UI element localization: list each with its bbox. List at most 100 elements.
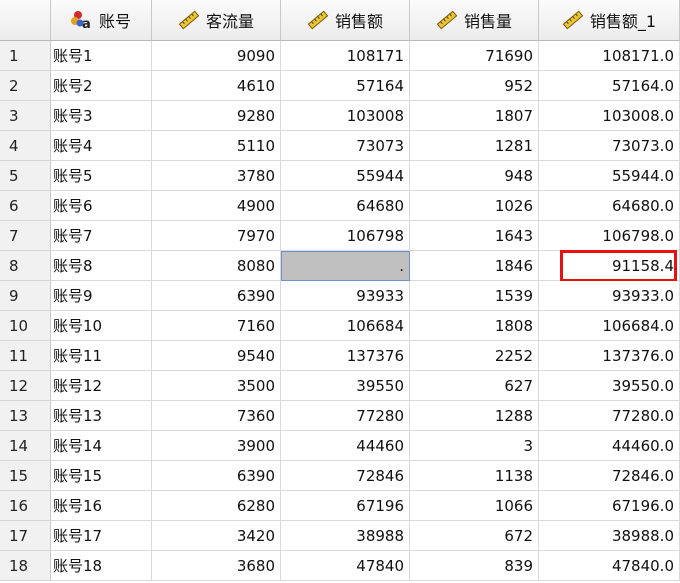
row-header[interactable]: 9 xyxy=(0,281,51,311)
column-header-3[interactable]: 销售额 xyxy=(281,0,410,41)
table-cell[interactable]: 账号9 xyxy=(51,281,152,311)
row-header[interactable]: 11 xyxy=(0,341,51,371)
table-cell[interactable]: 77280 xyxy=(281,401,410,431)
table-cell[interactable]: 9280 xyxy=(152,101,281,131)
row-header[interactable]: 4 xyxy=(0,131,51,161)
table-cell[interactable]: 账号16 xyxy=(51,491,152,521)
row-header[interactable]: 6 xyxy=(0,191,51,221)
table-cell[interactable]: 137376.0 xyxy=(539,341,680,371)
table-cell[interactable]: 952 xyxy=(410,71,539,101)
table-cell[interactable]: 38988.0 xyxy=(539,521,680,551)
table-cell[interactable]: 67196 xyxy=(281,491,410,521)
table-cell[interactable]: 39550.0 xyxy=(539,371,680,401)
table-cell[interactable]: 账号15 xyxy=(51,461,152,491)
table-cell[interactable]: 72846.0 xyxy=(539,461,680,491)
table-cell[interactable]: 1026 xyxy=(410,191,539,221)
table-cell[interactable]: 账号11 xyxy=(51,341,152,371)
table-cell[interactable]: 71690 xyxy=(410,41,539,71)
row-header[interactable]: 15 xyxy=(0,461,51,491)
row-header[interactable]: 14 xyxy=(0,431,51,461)
table-cell[interactable]: 103008.0 xyxy=(539,101,680,131)
table-cell[interactable]: 106798.0 xyxy=(539,221,680,251)
table-cell[interactable]: 44460 xyxy=(281,431,410,461)
table-cell[interactable]: 1066 xyxy=(410,491,539,521)
table-cell[interactable]: 108171 xyxy=(281,41,410,71)
row-header[interactable]: 5 xyxy=(0,161,51,191)
table-cell[interactable]: 4900 xyxy=(152,191,281,221)
table-cell[interactable]: 64680 xyxy=(281,191,410,221)
column-header-2[interactable]: 客流量 xyxy=(152,0,281,41)
table-cell[interactable]: 106798 xyxy=(281,221,410,251)
table-cell[interactable]: 103008 xyxy=(281,101,410,131)
table-cell[interactable]: 账号14 xyxy=(51,431,152,461)
grid-corner-cell[interactable] xyxy=(0,0,51,41)
table-cell[interactable]: 72846 xyxy=(281,461,410,491)
row-header[interactable]: 17 xyxy=(0,521,51,551)
row-header[interactable]: 7 xyxy=(0,221,51,251)
column-header-1[interactable]: a 账号 xyxy=(51,0,152,41)
highlighted-cell[interactable]: 91158.4 xyxy=(539,250,680,282)
table-cell[interactable]: 6280 xyxy=(152,491,281,521)
table-cell[interactable]: 3900 xyxy=(152,431,281,461)
table-cell[interactable]: 6390 xyxy=(152,461,281,491)
table-cell[interactable]: 1138 xyxy=(410,461,539,491)
table-cell[interactable]: 73073.0 xyxy=(539,131,680,161)
table-cell[interactable]: 账号2 xyxy=(51,71,152,101)
row-header[interactable]: 8 xyxy=(0,251,51,281)
table-cell[interactable]: 64680.0 xyxy=(539,191,680,221)
table-cell[interactable]: 3500 xyxy=(152,371,281,401)
table-cell[interactable]: 47840.0 xyxy=(539,551,680,581)
table-cell[interactable]: 73073 xyxy=(281,131,410,161)
table-cell[interactable]: 1643 xyxy=(410,221,539,251)
row-header[interactable]: 12 xyxy=(0,371,51,401)
table-cell[interactable]: 627 xyxy=(410,371,539,401)
table-cell[interactable]: 账号4 xyxy=(51,131,152,161)
table-cell[interactable]: 55944.0 xyxy=(539,161,680,191)
row-header[interactable]: 16 xyxy=(0,491,51,521)
table-cell[interactable]: 38988 xyxy=(281,521,410,551)
table-cell[interactable]: 3 xyxy=(410,431,539,461)
table-cell[interactable]: 47840 xyxy=(281,551,410,581)
table-cell[interactable]: 8080 xyxy=(152,251,281,281)
table-cell[interactable]: 账号5 xyxy=(51,161,152,191)
table-cell[interactable]: 57164.0 xyxy=(539,71,680,101)
table-cell[interactable]: 6390 xyxy=(152,281,281,311)
table-cell[interactable]: 1539 xyxy=(410,281,539,311)
table-cell[interactable]: 账号3 xyxy=(51,101,152,131)
column-header-5[interactable]: 销售额_1 xyxy=(539,0,680,41)
table-cell[interactable]: 106684.0 xyxy=(539,311,680,341)
table-cell[interactable]: 137376 xyxy=(281,341,410,371)
table-cell[interactable]: 7360 xyxy=(152,401,281,431)
row-header[interactable]: 13 xyxy=(0,401,51,431)
table-cell[interactable]: 3420 xyxy=(152,521,281,551)
table-cell[interactable]: 1807 xyxy=(410,101,539,131)
row-header[interactable]: 1 xyxy=(0,41,51,71)
table-cell[interactable]: 77280.0 xyxy=(539,401,680,431)
table-cell[interactable]: 55944 xyxy=(281,161,410,191)
row-header[interactable]: 18 xyxy=(0,551,51,581)
row-header[interactable]: 10 xyxy=(0,311,51,341)
table-cell[interactable]: 93933 xyxy=(281,281,410,311)
table-cell[interactable]: 1808 xyxy=(410,311,539,341)
table-cell[interactable]: 39550 xyxy=(281,371,410,401)
table-cell[interactable]: 7160 xyxy=(152,311,281,341)
table-cell[interactable]: 1846 xyxy=(410,251,539,281)
table-cell[interactable]: 账号13 xyxy=(51,401,152,431)
table-cell[interactable]: 839 xyxy=(410,551,539,581)
column-header-4[interactable]: 销售量 xyxy=(410,0,539,41)
table-cell[interactable]: 672 xyxy=(410,521,539,551)
table-cell[interactable]: 4610 xyxy=(152,71,281,101)
table-cell[interactable]: 账号18 xyxy=(51,551,152,581)
table-cell[interactable]: 5110 xyxy=(152,131,281,161)
table-cell[interactable]: 7970 xyxy=(152,221,281,251)
row-header[interactable]: 2 xyxy=(0,71,51,101)
table-cell[interactable]: 106684 xyxy=(281,311,410,341)
table-cell[interactable]: 93933.0 xyxy=(539,281,680,311)
table-cell[interactable]: 2252 xyxy=(410,341,539,371)
table-cell[interactable]: 108171.0 xyxy=(539,41,680,71)
table-cell[interactable]: 账号7 xyxy=(51,221,152,251)
table-cell[interactable]: 3680 xyxy=(152,551,281,581)
table-cell[interactable]: 账号10 xyxy=(51,311,152,341)
table-cell[interactable]: 账号12 xyxy=(51,371,152,401)
selected-cell[interactable]: . xyxy=(281,251,410,281)
